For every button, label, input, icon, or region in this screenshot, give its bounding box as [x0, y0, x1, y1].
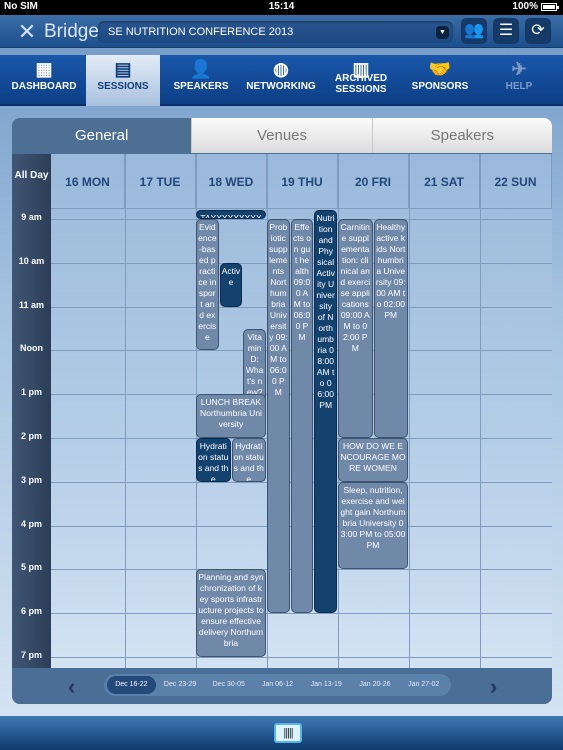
- column-divider: [409, 154, 410, 668]
- time-label: 10 am: [18, 255, 45, 266]
- nav-label: ARCHIVED SESSIONS: [334, 73, 388, 95]
- time-label: 2 pm: [20, 431, 42, 441]
- status-bar: No SIM 15:14 100%: [0, 0, 563, 15]
- week-calendar: All Day 16 MON 17 TUE 18 WED 19 THU 20 FRI 21…: [12, 154, 552, 668]
- barcode-icon: |||||: [283, 727, 293, 739]
- time-column: All Day: [12, 154, 51, 668]
- week-option[interactable]: Jan 20-26: [351, 676, 400, 694]
- day-header: 22 SUN: [480, 154, 552, 208]
- calendar-icon: ▤: [114, 59, 132, 79]
- brand-name: Bridge: [44, 21, 99, 42]
- nav-sessions[interactable]: ▤ SESSIONS: [86, 55, 160, 106]
- session-event[interactable]: Hydration status and the: [196, 438, 231, 482]
- time-label: 9 am: [21, 212, 42, 222]
- time-label: 1 pm: [20, 387, 42, 398]
- week-option[interactable]: Jan 13-19: [302, 676, 351, 694]
- tab-speakers[interactable]: Speakers: [371, 118, 552, 153]
- week-option[interactable]: Dec 16-22: [107, 676, 156, 694]
- time-label: 7 pm: [20, 650, 42, 660]
- help-plane-icon: ✈: [511, 59, 527, 79]
- barcode-scan-button[interactable]: |||||: [274, 723, 302, 743]
- time-label: 4 pm: [20, 518, 42, 529]
- column-divider: [125, 154, 126, 668]
- session-event[interactable]: Probiotic supplements Northumbria Univer…: [267, 219, 290, 614]
- nav-label: SPEAKERS: [173, 81, 229, 92]
- dashboard-icon: ▦: [35, 59, 53, 79]
- session-event[interactable]: Sleep, nutrition, exercise and weight ga…: [338, 481, 408, 570]
- session-event[interactable]: Carnitine supplementation: clinical and …: [338, 219, 373, 438]
- week-option[interactable]: Dec 23-29: [156, 676, 205, 694]
- session-event[interactable]: Active: [219, 262, 243, 307]
- time-label: 6 pm: [20, 606, 42, 617]
- top-bar: ✕ Bridge SE NUTRITION CONFERENCE 2013 ▼ …: [0, 15, 563, 48]
- nav-networking[interactable]: ◍ NETWORKING: [242, 55, 320, 106]
- nav-sponsors[interactable]: 🤝 SPONSORS: [402, 55, 478, 106]
- week-option[interactable]: Dec 30-05: [204, 676, 253, 694]
- handshake-icon: 🤝: [428, 59, 452, 79]
- nav-label: NETWORKING: [246, 81, 316, 92]
- people-icon: 👥: [464, 22, 484, 39]
- day-header: 16 MON: [51, 154, 125, 208]
- column-divider: [480, 154, 481, 668]
- session-event[interactable]: HOW DO WE ENCOURAGE MORE WOMEN: [338, 438, 408, 482]
- nav-dashboard[interactable]: ▦ DASHBOARD: [4, 55, 84, 106]
- nav-label: SPONSORS: [411, 81, 469, 92]
- nav-label: HELP: [505, 81, 533, 92]
- battery-icon: [541, 2, 559, 11]
- bottom-bar: |||||: [0, 716, 563, 750]
- profile-button[interactable]: 👥: [461, 18, 487, 44]
- time-label: 5 pm: [20, 562, 42, 573]
- hour-line: [51, 613, 552, 615]
- time-label: 3 pm: [20, 474, 42, 485]
- day-header: 19 THU: [267, 154, 338, 208]
- bridge-logo-icon: ✕: [17, 19, 37, 44]
- dropdown-icon: ▼: [436, 26, 449, 39]
- globe-icon: ◍: [273, 59, 289, 79]
- nav-speakers[interactable]: 👤 SPEAKERS: [164, 55, 238, 106]
- tab-general[interactable]: General: [12, 118, 192, 153]
- day-header: 21 SAT: [409, 154, 480, 208]
- week-navigator: ‹ Dec 16-22 Dec 23-29 Dec 30-05 Jan 06-12 Ja…: [12, 668, 552, 704]
- session-event[interactable]: TAXXXXXXXXX: [196, 210, 266, 219]
- nav-help[interactable]: ✈ HELP: [484, 55, 554, 106]
- session-event[interactable]: Evidence-based practice in sport and exe…: [196, 219, 219, 351]
- clock-label: 15:14: [268, 1, 295, 12]
- tab-venues[interactable]: Venues: [191, 118, 372, 153]
- time-label: 11 am: [18, 299, 45, 310]
- sessions-panel: General Venues Speakers All Day 16 MON 17 T…: [12, 118, 552, 704]
- week-selector: Dec 16-22 Dec 23-29 Dec 30-05 Jan 06-12 Jan …: [104, 674, 451, 696]
- conference-name: SE NUTRITION CONFERENCE 2013: [108, 26, 294, 38]
- all-day-label: All Day: [14, 170, 49, 181]
- menu-button[interactable]: ☰: [493, 18, 519, 44]
- menu-icon: ☰: [498, 22, 514, 39]
- session-event[interactable]: LUNCH BREAK Northumbria University: [196, 394, 266, 438]
- prev-week-arrow-icon[interactable]: ‹: [68, 674, 75, 700]
- time-label: Noon: [20, 343, 43, 354]
- nav-label: SESSIONS: [97, 81, 149, 92]
- nav-label: DASHBOARD: [11, 81, 77, 92]
- session-event[interactable]: Nutrition and Physical Activity Universi…: [314, 210, 337, 614]
- next-week-arrow-icon[interactable]: ›: [490, 674, 497, 700]
- logout-icon: ⟳: [531, 22, 545, 39]
- week-option[interactable]: Jan 06-12: [253, 676, 302, 694]
- day-header: 20 FRI: [338, 154, 409, 208]
- hour-line: [51, 657, 552, 658]
- view-tabs: General Venues Speakers: [12, 118, 552, 153]
- session-event[interactable]: Hydration status and the: [231, 438, 266, 482]
- header-divider: [51, 208, 552, 209]
- day-header: 18 WED: [196, 154, 267, 208]
- conference-select[interactable]: SE NUTRITION CONFERENCE 2013 ▼: [98, 21, 453, 43]
- week-option[interactable]: Jan 27-02: [399, 676, 448, 694]
- main-nav: ▦ DASHBOARD ▤ SESSIONS 👤 SPEAKERS ◍ NETWORKING ▥…: [0, 55, 563, 106]
- speaker-search-icon: 👤: [189, 59, 213, 79]
- session-event[interactable]: Healthy active kids Northumbria Universi…: [373, 219, 408, 438]
- nav-archived-sessions[interactable]: ▥ ARCHIVED SESSIONS: [322, 55, 400, 106]
- session-event[interactable]: Effects on gut health 09:00 AM to 06:00 …: [290, 219, 314, 614]
- logout-button[interactable]: ⟳: [525, 18, 551, 44]
- battery-label: 100%: [512, 1, 538, 12]
- day-header: 17 TUE: [125, 154, 196, 208]
- session-event[interactable]: Planning and synchronization of key spor…: [196, 569, 266, 657]
